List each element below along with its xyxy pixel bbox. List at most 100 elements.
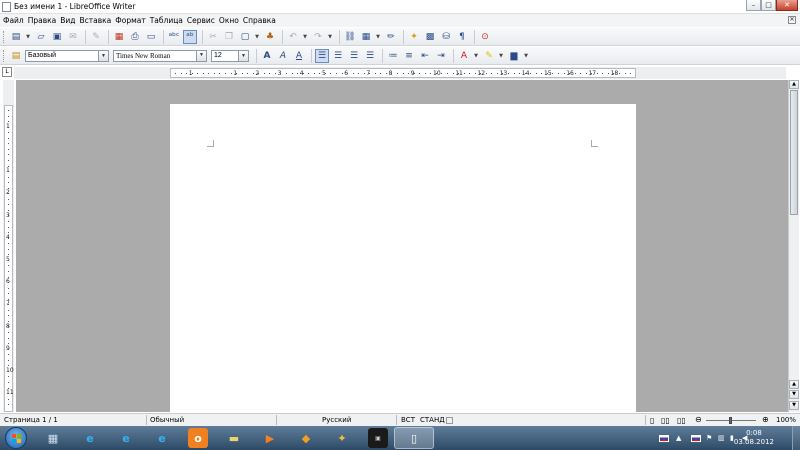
menu-file[interactable]: Файл <box>3 16 28 25</box>
font-size-combo[interactable]: 12 ▼ <box>211 49 249 62</box>
vertical-scrollbar[interactable]: ▲ ▲ ▼ ▼ <box>788 80 799 412</box>
show-draw-functions-icon[interactable]: ✏ <box>384 30 398 44</box>
vertical-ruler[interactable]: 11234567891011 <box>4 105 14 412</box>
formatting-marks-icon[interactable]: ¶ <box>455 30 469 44</box>
autospellcheck-icon[interactable]: ᵃᵇ <box>183 29 197 44</box>
styles-formatting-icon[interactable]: ▤ <box>9 49 23 63</box>
open-icon[interactable]: ▱ <box>34 30 48 44</box>
zoom-slider-thumb[interactable] <box>729 417 732 424</box>
scroll-up-icon[interactable]: ▲ <box>789 380 799 389</box>
game-icon[interactable]: ◆ <box>296 428 316 448</box>
align-right-icon[interactable]: ☰ <box>347 49 361 63</box>
libreoffice-writer-taskbar-icon[interactable]: ▯ <box>394 427 434 449</box>
toolbar-grip[interactable] <box>3 49 6 62</box>
odnoklassniki-icon[interactable]: о <box>188 428 208 448</box>
menu-table[interactable]: Таблица <box>150 16 187 25</box>
font-color-dropdown-icon[interactable]: ▼ <box>473 49 479 63</box>
game-icon[interactable]: ✦ <box>332 428 352 448</box>
keyboard-layout-icon[interactable] <box>691 435 701 442</box>
network-icon[interactable]: ▥ <box>718 434 726 442</box>
edit-mode-icon[interactable]: ✎ <box>89 30 103 44</box>
media-player-icon[interactable]: ▶ <box>260 428 280 448</box>
undo-dropdown-icon[interactable]: ▼ <box>302 30 308 44</box>
tray-arrow-icon[interactable]: ▲ <box>676 434 684 442</box>
tab-stop-selector[interactable]: L <box>2 67 12 77</box>
new-dropdown-icon[interactable]: ▼ <box>25 30 31 44</box>
align-center-icon[interactable]: ☰ <box>331 49 345 63</box>
scroll-up-icon[interactable]: ▲ <box>789 80 799 89</box>
selection-mode[interactable]: СТАНД <box>420 416 445 424</box>
insert-mode[interactable]: ВСТ <box>401 416 415 424</box>
keyboard-layout-icon[interactable] <box>659 435 669 442</box>
menu-edit[interactable]: Правка <box>28 16 61 25</box>
calculator-icon[interactable]: ▦ <box>43 428 63 448</box>
copy-icon[interactable]: ❐ <box>222 30 236 44</box>
paste-dropdown-icon[interactable]: ▼ <box>254 30 260 44</box>
close-button[interactable]: ✕ <box>776 0 798 11</box>
horizontal-ruler[interactable]: 1123456789101112131415161718 <box>170 68 636 78</box>
maximize-button[interactable]: □ <box>761 0 776 11</box>
cut-icon[interactable]: ✂ <box>206 30 220 44</box>
background-dropdown-icon[interactable]: ▼ <box>523 49 529 63</box>
text-language[interactable]: Русский <box>322 416 351 424</box>
increase-indent-icon[interactable]: ⇥ <box>434 49 448 63</box>
bullets-icon[interactable]: ≡ <box>402 49 416 63</box>
chevron-down-icon[interactable]: ▼ <box>98 50 108 61</box>
page-style[interactable]: Обычный <box>150 416 184 424</box>
menu-help[interactable]: Справка <box>243 16 280 25</box>
data-sources-icon[interactable]: ⛁ <box>439 30 453 44</box>
game-icon[interactable]: ▣ <box>368 428 388 448</box>
hyperlink-icon[interactable]: ⛓ <box>343 30 357 44</box>
font-name-combo[interactable]: Times New Roman ▼ <box>113 49 207 62</box>
system-clock[interactable]: 0:08 03.08.2012 <box>734 429 774 447</box>
zoom-out-icon[interactable]: ⊖ <box>695 415 702 424</box>
save-icon[interactable]: ▣ <box>50 30 64 44</box>
document-page[interactable] <box>170 104 636 412</box>
table-dropdown-icon[interactable]: ▼ <box>375 30 381 44</box>
export-pdf-icon[interactable]: ▦ <box>112 30 126 44</box>
internet-explorer-icon[interactable]: e <box>116 428 136 448</box>
spellcheck-icon[interactable]: ᵃᵇᶜ <box>167 30 181 44</box>
multi-page-view-icon[interactable]: ▯▯ <box>661 416 670 425</box>
single-page-view-icon[interactable]: ▯ <box>650 416 654 425</box>
redo-dropdown-icon[interactable]: ▼ <box>327 30 333 44</box>
undo-icon[interactable]: ↶ <box>286 30 300 44</box>
bold-icon[interactable]: A <box>260 49 274 63</box>
table-icon[interactable]: ▦ <box>359 30 373 44</box>
close-document-button[interactable]: ✕ <box>788 16 796 24</box>
numbering-icon[interactable]: ≔ <box>386 49 400 63</box>
internet-explorer-icon[interactable]: e <box>80 428 100 448</box>
decrease-indent-icon[interactable]: ⇤ <box>418 49 432 63</box>
highlighting-icon[interactable]: ✎ <box>482 49 496 63</box>
redo-icon[interactable]: ↷ <box>311 30 325 44</box>
menu-view[interactable]: Вид <box>60 16 79 25</box>
highlighting-dropdown-icon[interactable]: ▼ <box>498 49 504 63</box>
paragraph-style-combo[interactable]: Базовый ▼ <box>25 49 109 62</box>
font-color-icon[interactable]: A <box>457 49 471 63</box>
justify-icon[interactable]: ☰ <box>363 49 377 63</box>
chevron-down-icon[interactable]: ▼ <box>238 50 248 61</box>
gallery-icon[interactable]: ▩ <box>423 30 437 44</box>
italic-icon[interactable]: A <box>276 49 290 63</box>
menu-window[interactable]: Окно <box>219 16 243 25</box>
show-desktop-button[interactable] <box>792 426 800 450</box>
scroll-down-icon[interactable]: ▼ <box>789 390 799 399</box>
background-color-icon[interactable]: ▆ <box>507 49 521 63</box>
navigator-icon[interactable]: ✦ <box>407 30 421 44</box>
print-preview-icon[interactable]: ▭ <box>144 30 158 44</box>
new-document-icon[interactable]: ▤ <box>9 30 23 44</box>
align-left-icon[interactable]: ☰ <box>315 48 329 63</box>
scroll-thumb[interactable] <box>790 90 798 215</box>
internet-explorer-icon[interactable]: e <box>152 428 172 448</box>
paste-icon[interactable]: ▢ <box>238 30 252 44</box>
clone-formatting-icon[interactable]: ♣ <box>263 30 277 44</box>
underline-icon[interactable]: A <box>292 49 306 63</box>
menu-tools[interactable]: Сервис <box>187 16 219 25</box>
print-icon[interactable]: ⎙ <box>128 30 142 44</box>
email-icon[interactable]: ✉ <box>66 30 80 44</box>
action-center-flag-icon[interactable]: ⚑ <box>706 434 714 442</box>
zoom-level[interactable]: 100% <box>776 416 796 424</box>
folder-icon[interactable]: ▬ <box>224 428 244 448</box>
menu-insert[interactable]: Вставка <box>80 16 116 25</box>
zoom-icon[interactable]: ⊙ <box>478 30 492 44</box>
